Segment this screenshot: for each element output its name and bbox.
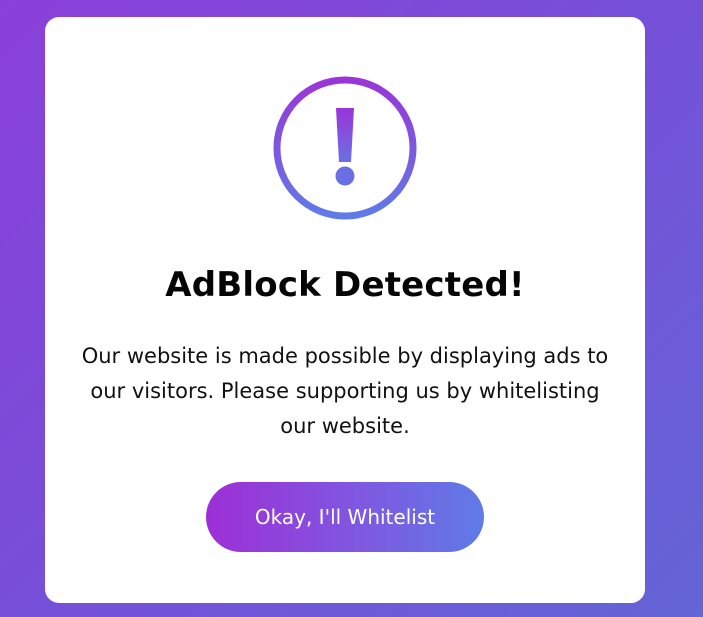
dialog-title: AdBlock Detected! <box>165 265 525 305</box>
exclamation-circle-icon <box>271 74 419 222</box>
adblock-dialog: AdBlock Detected! Our website is made po… <box>45 17 645 603</box>
whitelist-button[interactable]: Okay, I'll Whitelist <box>206 482 484 552</box>
dialog-message: Our website is made possible by displayi… <box>81 344 609 438</box>
